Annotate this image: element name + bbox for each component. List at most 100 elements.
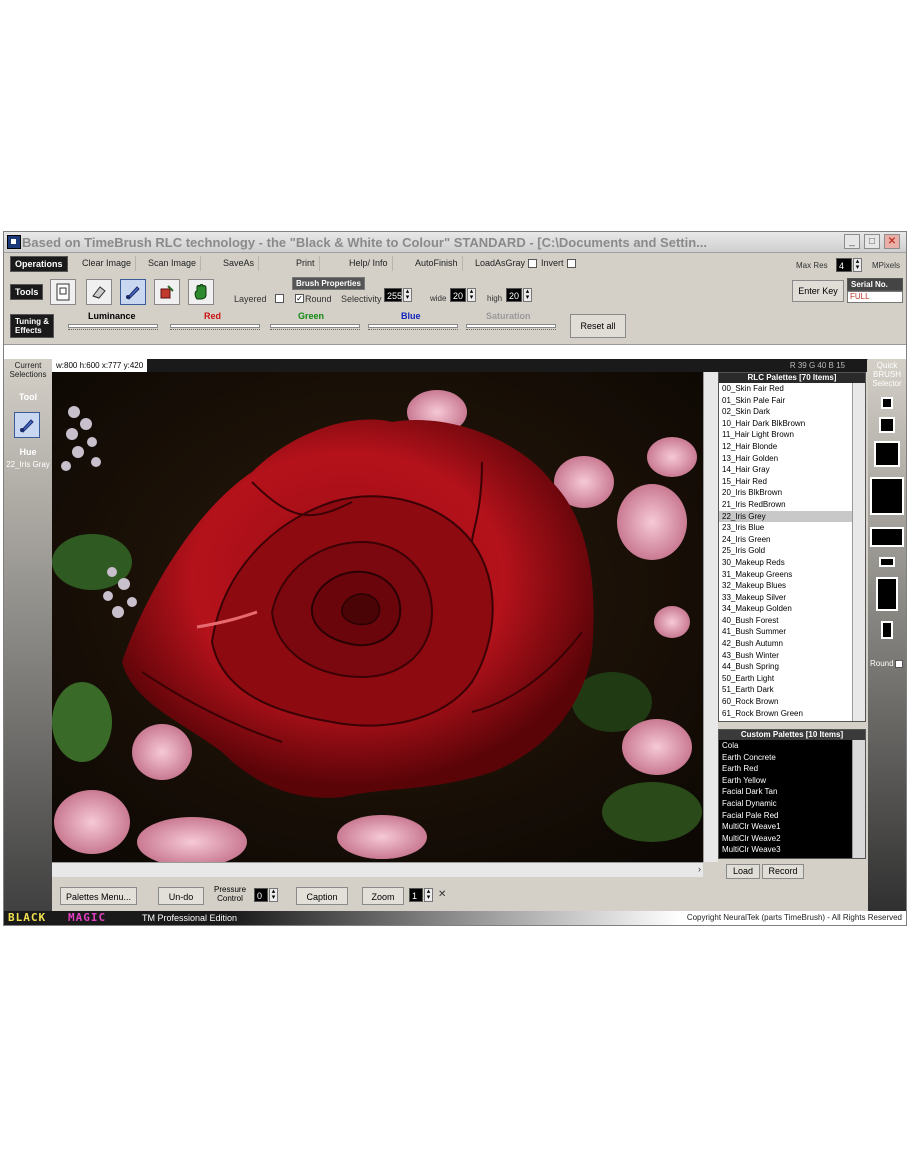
zoom-spinner[interactable]: ▴ ▾ — [424, 888, 433, 902]
image-canvas[interactable] — [52, 372, 703, 862]
load-palette-button[interactable]: Load — [726, 864, 760, 879]
maximize-icon[interactable]: □ — [864, 234, 880, 249]
layered-checkbox[interactable] — [275, 294, 284, 303]
app-icon[interactable] — [7, 235, 21, 249]
round-checkbox[interactable]: ✓ — [295, 294, 304, 303]
rlc-palette-item[interactable]: 31_Makeup Greens — [719, 569, 865, 581]
clear-image-button[interactable]: Clear Image — [78, 256, 137, 271]
zoom-button[interactable]: Zoom — [362, 887, 404, 905]
high-spinner[interactable]: ▴ ▾ — [523, 288, 532, 302]
rlc-palette-item[interactable]: 40_Bush Forest — [719, 615, 865, 627]
custom-palette-item[interactable]: Earth Concrete — [719, 752, 865, 764]
serial-no-field[interactable]: FULL — [847, 291, 903, 303]
caption-button[interactable]: Caption — [296, 887, 348, 905]
wide-spinner[interactable]: ▴ ▾ — [467, 288, 476, 302]
brush-size-wide-s[interactable] — [879, 557, 895, 567]
brush-size-l[interactable] — [870, 477, 904, 515]
max-res-field[interactable]: 4 — [836, 258, 852, 272]
save-as-button[interactable]: SaveAs — [219, 256, 260, 271]
luminance-slider[interactable] — [68, 324, 158, 328]
brush-size-xs[interactable] — [881, 397, 893, 409]
rlc-palette-item[interactable]: 50_Earth Light — [719, 673, 865, 685]
rlc-palette-item[interactable]: 21_Iris RedBrown — [719, 499, 865, 511]
pressure-control-spinner[interactable]: ▴ ▾ — [269, 888, 278, 902]
wide-field[interactable]: 20 — [450, 288, 466, 302]
rlc-palette-item[interactable]: 60_Rock Brown — [719, 696, 865, 708]
custom-palette-item[interactable]: MultiClr Weave2 — [719, 833, 865, 845]
rlc-palette-item[interactable]: 33_Makeup Silver — [719, 592, 865, 604]
rlc-palette-item[interactable]: 51_Earth Dark — [719, 684, 865, 696]
zoom-reset-icon[interactable]: ✕ — [438, 889, 446, 900]
rlc-palette-item[interactable]: 44_Bush Spring — [719, 661, 865, 673]
rlc-palette-item[interactable]: 23_Iris Blue — [719, 522, 865, 534]
rlc-palette-item[interactable]: 11_Hair Light Brown — [719, 429, 865, 441]
auto-finish-button[interactable]: AutoFinish — [411, 256, 463, 271]
custom-palettes-scrollbar[interactable] — [852, 740, 865, 858]
load-as-gray-checkbox[interactable] — [528, 259, 538, 269]
select-tool-icon[interactable] — [50, 279, 76, 305]
undo-button[interactable]: Un-do — [158, 887, 204, 905]
reset-all-button[interactable]: Reset all — [570, 314, 626, 338]
saturation-slider[interactable] — [466, 324, 556, 328]
hand-tool-icon[interactable] — [188, 279, 214, 305]
brush-tool-icon[interactable] — [120, 279, 146, 305]
load-as-gray-toggle[interactable]: LoadAsGray — [471, 256, 541, 271]
record-palette-button[interactable]: Record — [762, 864, 804, 879]
rlc-palette-item[interactable]: 20_Iris BlkBrown — [719, 487, 865, 499]
red-slider[interactable] — [170, 324, 260, 328]
help-info-button[interactable]: Help/ Info — [345, 256, 393, 271]
print-button[interactable]: Print — [292, 256, 320, 271]
quick-brush-round-toggle[interactable]: Round ✓ — [870, 659, 903, 668]
custom-palette-item[interactable]: MultiClr Weave3 — [719, 844, 865, 856]
rlc-palettes-scrollbar[interactable] — [852, 383, 865, 721]
selectivity-spinner[interactable]: ▴ ▾ — [403, 288, 412, 302]
custom-palette-item[interactable]: Facial Pale Red — [719, 810, 865, 822]
minimize-icon[interactable]: _ — [844, 234, 860, 249]
brush-size-tall-s[interactable] — [881, 621, 893, 639]
canvas-horizontal-scrollbar[interactable]: › — [52, 862, 703, 877]
close-icon[interactable]: ✕ — [884, 234, 900, 249]
rlc-palette-item[interactable]: 25_Iris Gold — [719, 545, 865, 557]
rlc-palette-item[interactable]: 15_Hair Red — [719, 476, 865, 488]
custom-palettes-list[interactable]: Custom Palettes [10 Items] Cola Earth Con… — [718, 729, 866, 859]
custom-palette-items[interactable]: Cola Earth Concrete Earth Red Earth Yellow F… — [719, 740, 865, 856]
rlc-palette-item[interactable]: 10_Hair Dark BlkBrown — [719, 418, 865, 430]
selectivity-field[interactable]: 255 — [384, 288, 402, 302]
rlc-palette-item[interactable]: 02_Skin Dark — [719, 406, 865, 418]
rlc-palette-item[interactable]: 12_Hair Blonde — [719, 441, 865, 453]
scan-image-button[interactable]: Scan Image — [144, 256, 202, 271]
quick-brush-round-checkbox[interactable]: ✓ — [894, 659, 903, 668]
invert-toggle[interactable]: Invert — [537, 256, 580, 271]
brush-size-tall[interactable] — [876, 577, 898, 611]
scroll-right-icon[interactable]: › — [698, 864, 701, 874]
max-res-spinner[interactable]: ▴ ▾ — [853, 258, 862, 272]
rlc-palette-item[interactable]: 01_Skin Pale Fair — [719, 395, 865, 407]
blue-slider[interactable] — [368, 324, 458, 328]
brush-size-s[interactable] — [879, 417, 895, 433]
custom-palette-item[interactable]: Facial Dark Tan — [719, 786, 865, 798]
rlc-palette-item[interactable]: 13_Hair Golden — [719, 453, 865, 465]
rlc-palettes-list[interactable]: RLC Palettes [70 Items] 00_Skin Fair Red… — [718, 372, 866, 722]
rlc-palette-items[interactable]: 00_Skin Fair Red 01_Skin Pale Fair 02_Skin… — [719, 383, 865, 719]
palettes-menu-button[interactable]: Palettes Menu... — [60, 887, 138, 905]
rlc-palette-item[interactable]: 32_Makeup Blues — [719, 580, 865, 592]
brush-size-m[interactable] — [874, 441, 900, 467]
rlc-palette-item[interactable]: 42_Bush Autumn — [719, 638, 865, 650]
rlc-palette-item[interactable]: 30_Makeup Reds — [719, 557, 865, 569]
zoom-field[interactable]: 1 — [409, 888, 423, 902]
title-bar[interactable]: Based on TimeBrush RLC technology - the … — [4, 232, 906, 253]
rlc-palette-item[interactable]: 24_Iris Green — [719, 534, 865, 546]
custom-palette-item[interactable]: Cola — [719, 740, 865, 752]
custom-palette-item[interactable]: Facial Dynamic — [719, 798, 865, 810]
rose-photo[interactable] — [52, 372, 703, 862]
custom-palette-item[interactable]: MultiClr Weave1 — [719, 821, 865, 833]
rlc-palette-item[interactable]: 22_Iris Grey — [719, 510, 865, 523]
rlc-palette-item[interactable]: 14_Hair Gray — [719, 464, 865, 476]
rlc-palette-item[interactable]: 41_Bush Summer — [719, 626, 865, 638]
eraser-tool-icon[interactable] — [86, 279, 112, 305]
canvas-vertical-scrollbar[interactable] — [703, 372, 718, 862]
high-field[interactable]: 20 — [506, 288, 522, 302]
rlc-palette-item[interactable]: 00_Skin Fair Red — [719, 383, 865, 395]
enter-key-button[interactable]: Enter Key — [792, 280, 844, 302]
green-slider[interactable] — [270, 324, 360, 328]
